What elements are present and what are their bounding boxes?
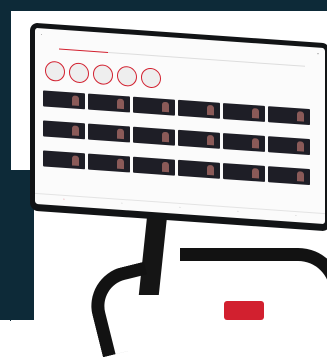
class-card[interactable] [223, 133, 265, 152]
monitor-screen: ▪ ▪▪ ▪ ▪ ▪ ▪ ▪ [35, 27, 325, 225]
class-card[interactable] [223, 163, 265, 182]
nav-item-1[interactable]: ▪ [35, 194, 93, 206]
status-icon-right: ▪▪ [316, 51, 319, 56]
circle-thumb [93, 63, 113, 86]
class-card[interactable] [133, 126, 175, 146]
background-navy-corner [0, 170, 34, 320]
nav-item-2[interactable]: ▪ [93, 198, 151, 210]
class-card[interactable] [43, 150, 85, 170]
nav-item-4[interactable]: ▪ [209, 206, 267, 218]
class-card[interactable] [178, 129, 220, 149]
bike-red-console [224, 301, 264, 320]
status-icon-left: ▪ [41, 32, 43, 37]
circle-thumb [69, 62, 89, 84]
tab-2[interactable] [108, 46, 158, 57]
featured-circles [45, 60, 161, 89]
class-row-3 [43, 150, 310, 186]
circle-thumb [117, 65, 137, 87]
class-row-2 [43, 120, 310, 156]
circle-item-5[interactable] [141, 67, 161, 89]
class-card[interactable] [268, 106, 310, 126]
monitor: ▪ ▪▪ ▪ ▪ ▪ ▪ ▪ [30, 22, 327, 232]
class-card[interactable] [223, 103, 265, 122]
circle-item-3[interactable] [93, 63, 113, 86]
circle-item-4[interactable] [117, 65, 137, 87]
class-card[interactable] [88, 153, 130, 173]
circle-item-1[interactable] [45, 60, 65, 82]
class-card[interactable] [43, 120, 85, 140]
circle-item-2[interactable] [69, 62, 89, 84]
class-card[interactable] [88, 123, 130, 143]
circle-thumb [45, 60, 65, 82]
class-card[interactable] [133, 156, 175, 176]
class-card[interactable] [268, 136, 310, 156]
tab-4[interactable] [206, 53, 256, 64]
class-card[interactable] [88, 93, 130, 113]
tab-1[interactable] [59, 43, 109, 53]
tab-5[interactable] [255, 57, 306, 67]
circle-thumb [141, 67, 161, 89]
class-card[interactable] [43, 90, 85, 110]
class-card[interactable] [133, 96, 175, 116]
nav-item-3[interactable]: ▪ [151, 202, 209, 214]
nav-item-5[interactable]: ▪ [267, 210, 325, 222]
class-card[interactable] [268, 166, 310, 186]
class-card[interactable] [178, 159, 220, 179]
class-card[interactable] [178, 99, 220, 119]
tab-3[interactable] [157, 50, 207, 60]
class-row-1 [43, 90, 310, 126]
